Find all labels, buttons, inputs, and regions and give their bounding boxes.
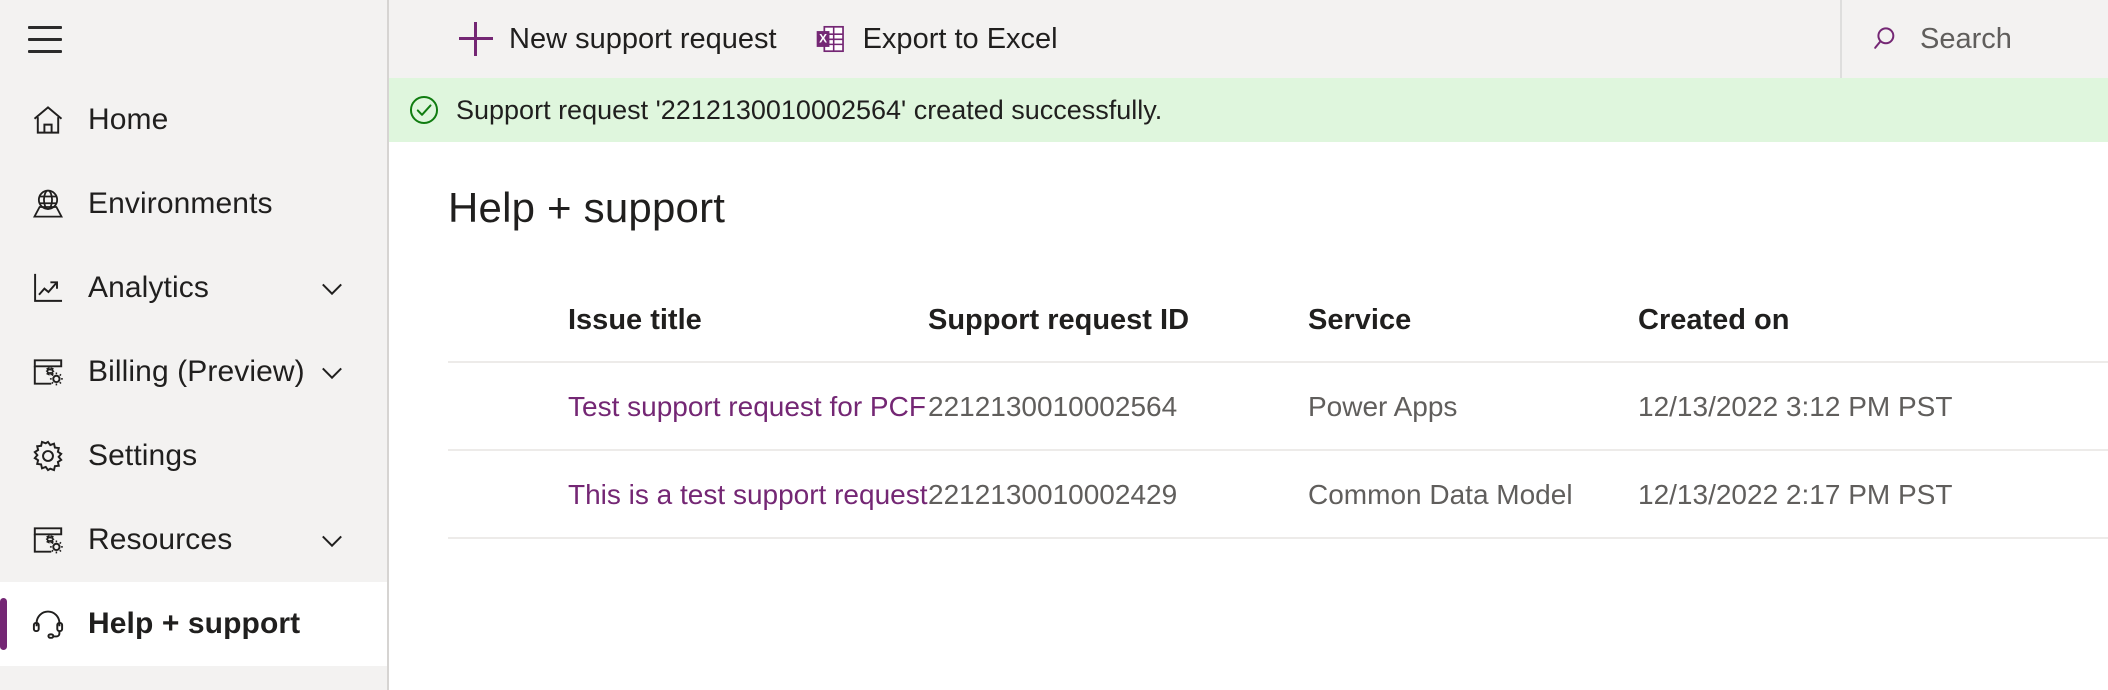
cell-issue-title: This is a test support request (448, 450, 928, 539)
sidebar-item-environments[interactable]: Environments (0, 162, 387, 246)
command-bar: New support request X Export to Excel Se… (389, 0, 2108, 78)
content-area: Help + support Issue title Support reque… (389, 142, 2108, 690)
chevron-down-icon[interactable] (315, 271, 349, 305)
notification-message: Support request '2212130010002564' creat… (456, 94, 1163, 125)
main-region: New support request X Export to Excel Se… (389, 0, 2108, 690)
column-header-support-request-id[interactable]: Support request ID (928, 304, 1308, 363)
cell-support-request-id: 2212130010002564 (928, 362, 1308, 451)
page-title: Help + support (448, 184, 726, 231)
sidebar-item-label: Resources (88, 523, 233, 556)
support-requests-table-wrap: Issue title Support request ID Service C… (448, 304, 2108, 539)
sidebar-item-resources[interactable]: Resources (0, 498, 387, 582)
sidebar-item-label: Home (88, 103, 169, 136)
sidebar: Home Environments Analytics Billing (Pre… (0, 0, 389, 690)
resources-icon (22, 514, 74, 566)
cell-service: Common Data Model (1308, 450, 1638, 539)
sidebar-nav: Home Environments Analytics Billing (Pre… (0, 78, 387, 666)
home-icon (22, 94, 74, 146)
sidebar-item-label: Help + support (88, 607, 301, 640)
cell-created-on: 12/13/2022 2:17 PM PST (1638, 450, 2108, 539)
search-icon (1872, 23, 1904, 55)
cell-service: Power Apps (1308, 362, 1638, 451)
globe-icon (22, 178, 74, 230)
export-to-excel-button[interactable]: X Export to Excel (795, 0, 1076, 78)
issue-title-link[interactable]: Test support request for PCF (568, 391, 926, 422)
app-root: Home Environments Analytics Billing (Pre… (0, 0, 2108, 690)
analytics-icon (22, 262, 74, 314)
selection-indicator (0, 598, 7, 650)
excel-icon: X (813, 22, 847, 56)
sidebar-item-label: Billing (Preview) (88, 355, 305, 388)
billing-icon (22, 346, 74, 398)
column-header-issue-title[interactable]: Issue title (448, 304, 928, 363)
support-requests-table: Issue title Support request ID Service C… (448, 304, 2108, 539)
sidebar-item-label: Settings (88, 439, 198, 472)
sidebar-item-analytics[interactable]: Analytics (0, 246, 387, 330)
search-label: Search (1920, 22, 2012, 55)
table-row[interactable]: Test support request for PCF 22121300100… (448, 362, 2108, 451)
new-support-request-button[interactable]: New support request (441, 0, 795, 78)
hamburger-menu-wrap (0, 0, 387, 78)
success-notification-bar: Support request '2212130010002564' creat… (389, 78, 2108, 142)
sidebar-item-label: Analytics (88, 271, 209, 304)
cell-created-on: 12/13/2022 3:12 PM PST (1638, 362, 2108, 451)
chevron-down-icon[interactable] (315, 355, 349, 389)
table-body: Test support request for PCF 22121300100… (448, 362, 2108, 539)
svg-text:X: X (819, 32, 827, 46)
gear-icon (22, 430, 74, 482)
chevron-down-icon[interactable] (315, 523, 349, 557)
new-support-request-label: New support request (509, 22, 777, 55)
sidebar-item-billing[interactable]: Billing (Preview) (0, 330, 387, 414)
success-check-icon (407, 93, 441, 127)
plus-icon (459, 22, 493, 56)
table-header-row: Issue title Support request ID Service C… (448, 304, 2108, 363)
export-to-excel-label: Export to Excel (862, 22, 1058, 55)
issue-title-link[interactable]: This is a test support request (568, 479, 928, 510)
cell-issue-title: Test support request for PCF (448, 362, 928, 451)
sidebar-item-settings[interactable]: Settings (0, 414, 387, 498)
sidebar-item-help-support[interactable]: Help + support (0, 582, 387, 666)
column-header-service[interactable]: Service (1308, 304, 1638, 363)
table-head: Issue title Support request ID Service C… (448, 304, 2108, 363)
hamburger-menu-icon[interactable] (22, 16, 68, 62)
search-box[interactable]: Search (1840, 0, 2108, 78)
sidebar-item-home[interactable]: Home (0, 78, 387, 162)
column-header-created-on[interactable]: Created on (1638, 304, 2108, 363)
cell-support-request-id: 2212130010002429 (928, 450, 1308, 539)
table-row[interactable]: This is a test support request 221213001… (448, 450, 2108, 539)
sidebar-item-label: Environments (88, 187, 273, 220)
headset-icon (22, 598, 74, 650)
